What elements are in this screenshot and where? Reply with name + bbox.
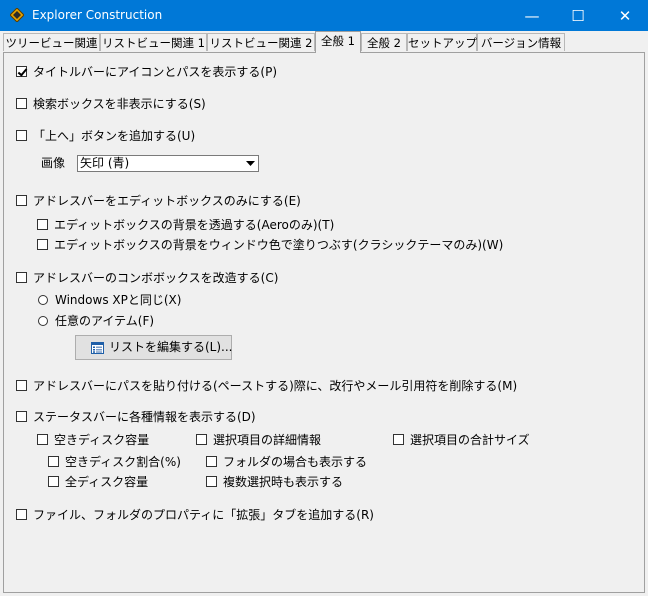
checkbox-add-up-button[interactable] (16, 130, 27, 141)
label-radio-custom: 任意のアイテム(F) (55, 314, 155, 328)
checkbox-hide-search[interactable] (16, 98, 27, 109)
label-extended-tab: ファイル、フォルダのプロパティに「拡張」タブを追加する(R) (33, 508, 374, 522)
label-free-space: 空きディスク容量 (54, 433, 150, 447)
tab-setup[interactable]: セットアップ (407, 33, 477, 51)
tab-general-2[interactable]: 全般 2 (361, 33, 407, 51)
label-free-ratio: 空きディスク割合(%) (65, 455, 181, 469)
checkbox-selected-details[interactable] (196, 434, 207, 445)
label-show-folder: フォルダの場合も表示する (223, 455, 368, 469)
label-hide-search: 検索ボックスを非表示にする(S) (33, 97, 206, 111)
checkbox-paste-strip[interactable] (16, 380, 27, 391)
image-select[interactable]: 矢印 (青) (77, 155, 259, 172)
radio-xp[interactable] (38, 295, 48, 305)
label-edit-window-color: エディットボックスの背景をウィンドウ色で塗りつぶす(クラシックテーマのみ)(W) (54, 238, 504, 252)
checkbox-show-multi[interactable] (206, 476, 217, 487)
chevron-down-icon[interactable] (243, 156, 258, 171)
label-selected-details: 選択項目の詳細情報 (213, 433, 322, 447)
label-edit-transparent: エディットボックスの背景を透過する(Aeroのみ)(T) (54, 218, 335, 232)
checkbox-edit-transparent[interactable] (37, 219, 48, 230)
checkbox-edit-window-color[interactable] (37, 239, 48, 250)
tab-listview-2[interactable]: リストビュー関連 2 (207, 33, 315, 51)
checkbox-titlebar-path[interactable] (16, 66, 27, 77)
maximize-button[interactable]: ☐ (555, 0, 601, 31)
label-radio-xp: Windows XPと同じ(X) (55, 293, 182, 307)
image-select-value: 矢印 (青) (80, 156, 130, 170)
label-paste-strip: アドレスバーにパスを貼り付ける(ペーストする)際に、改行やメール引用符を削除する… (33, 379, 518, 393)
checkbox-selected-total[interactable] (393, 434, 404, 445)
tab-listview-1[interactable]: リストビュー関連 1 (100, 33, 207, 51)
edit-list-button-label: リストを編集する(L)... (109, 340, 233, 354)
title-bar[interactable]: Explorer Construction — ☐ ✕ (0, 0, 648, 31)
checkbox-show-folder[interactable] (206, 456, 217, 467)
edit-list-button[interactable]: リストを編集する(L)... (75, 335, 233, 360)
checkbox-extended-tab[interactable] (16, 509, 27, 520)
checkbox-status-info[interactable] (16, 411, 27, 422)
label-total-space: 全ディスク容量 (65, 475, 149, 489)
close-button[interactable]: ✕ (602, 0, 648, 31)
tab-strip: ツリービュー関連 リストビュー関連 1 リストビュー関連 2 全般 1 全般 2… (0, 31, 648, 53)
label-add-up-button: 「上へ」ボタンを追加する(U) (33, 129, 196, 143)
list-icon (91, 342, 104, 354)
label-show-multi: 複数選択時も表示する (223, 475, 344, 489)
image-label: 画像 (41, 156, 66, 170)
tab-general-1[interactable]: 全般 1 (315, 31, 361, 53)
label-titlebar-path: タイトルバーにアイコンとパスを表示する(P) (33, 65, 278, 79)
checkbox-free-ratio[interactable] (48, 456, 59, 467)
window-title: Explorer Construction (32, 8, 163, 22)
minimize-button[interactable]: — (509, 0, 555, 31)
checkbox-address-combo[interactable] (16, 272, 27, 283)
label-selected-total: 選択項目の合計サイズ (410, 433, 530, 447)
app-icon (9, 7, 25, 23)
label-address-edit-only: アドレスバーをエディットボックスのみにする(E) (33, 194, 301, 208)
checkbox-total-space[interactable] (48, 476, 59, 487)
radio-custom[interactable] (38, 316, 48, 326)
tab-treeview[interactable]: ツリービュー関連 (3, 33, 100, 51)
label-address-combo: アドレスバーのコンボボックスを改造する(C) (33, 271, 279, 285)
app-window: Explorer Construction — ☐ ✕ ツリービュー関連 リスト… (0, 0, 648, 596)
checkbox-address-edit-only[interactable] (16, 195, 27, 206)
label-status-info: ステータスバーに各種情報を表示する(D) (33, 410, 256, 424)
checkbox-free-space[interactable] (37, 434, 48, 445)
tab-version[interactable]: バージョン情報 (477, 33, 565, 51)
